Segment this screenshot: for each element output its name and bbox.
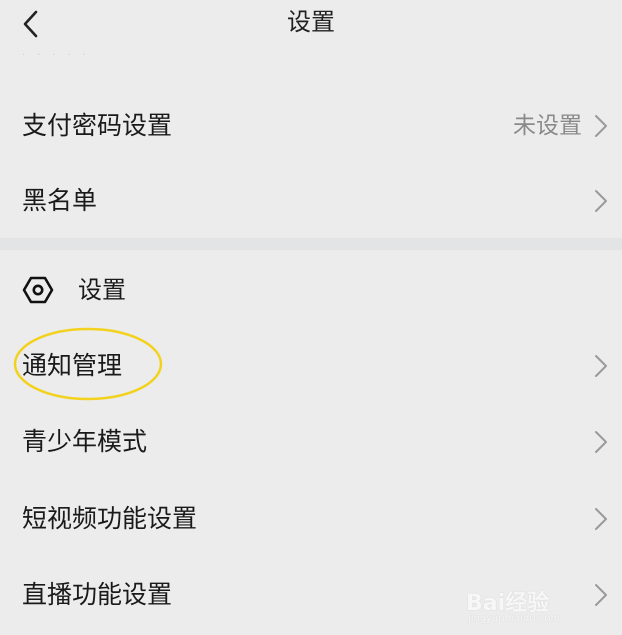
hexagon-settings-icon	[22, 276, 54, 304]
row-blacklist[interactable]: 黑名单	[0, 163, 622, 239]
row-label: 短视频功能设置	[22, 504, 198, 533]
row-teen-mode[interactable]: 青少年模式	[0, 404, 622, 480]
row-value: 未设置	[513, 113, 582, 139]
row-payment-password[interactable]: 支付密码设置 未设置	[0, 88, 622, 164]
chevron-right-icon	[595, 190, 607, 212]
row-label: 通知管理	[22, 351, 123, 380]
chevron-right-icon	[595, 115, 607, 137]
top-nav-bar: 设置	[0, 0, 622, 50]
chevron-right-icon	[595, 431, 607, 453]
settings-section-header: 设置	[0, 252, 622, 328]
chevron-right-icon	[595, 355, 607, 377]
chevron-right-icon	[595, 508, 607, 530]
row-short-video-settings[interactable]: 短视频功能设置	[0, 481, 622, 557]
chevron-right-icon	[595, 584, 607, 606]
row-notification-management[interactable]: 通知管理	[0, 328, 622, 404]
row-label: 支付密码设置	[22, 111, 173, 140]
page-title: 设置	[287, 8, 335, 36]
row-label: 黑名单	[22, 186, 98, 215]
row-live-stream-settings[interactable]: 直播功能设置	[0, 557, 622, 633]
scrolled-content-remnant: ·····	[22, 50, 98, 61]
row-label: 直播功能设置	[22, 580, 173, 609]
row-label: 青少年模式	[22, 427, 148, 456]
section-divider	[0, 238, 622, 250]
section-title: 设置	[78, 276, 126, 304]
